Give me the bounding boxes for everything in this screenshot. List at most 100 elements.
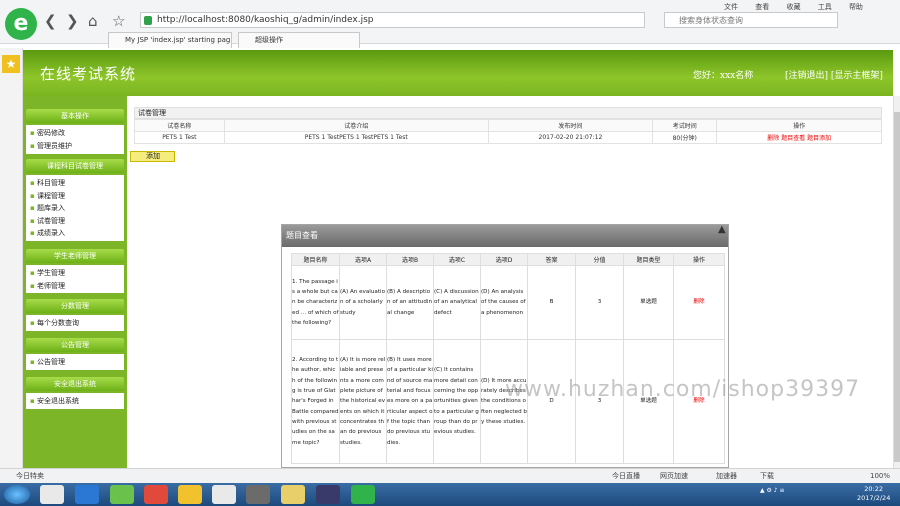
sidebar-item-scores[interactable]: 每个分数查询 [30, 317, 124, 330]
column-header: 试卷介绍 [223, 119, 489, 132]
menu-tools[interactable]: 工具 [818, 3, 832, 11]
folder-icon[interactable] [281, 485, 305, 504]
sidebar-item-students[interactable]: 学生管理 [30, 267, 124, 280]
table-row: 1. The passage is a whole but can be cha… [291, 265, 725, 340]
header-links[interactable]: [注销退出] [显示主框架] [785, 68, 883, 81]
sidebar-section-title[interactable]: 学生老师管理 [26, 249, 124, 263]
dialog-title: 题目查看 [282, 225, 728, 247]
back-icon[interactable]: ❮ [44, 12, 57, 30]
sidebar-section-title[interactable]: 公告管理 [26, 338, 124, 352]
browser-logo: e [5, 8, 37, 40]
favorite-icon[interactable]: ☆ [112, 12, 125, 30]
clock-time: 20:22 [864, 485, 884, 493]
delete-link[interactable]: 删除 [673, 265, 725, 340]
sidebar-section: 安全退出系统 [26, 393, 124, 409]
add-button[interactable]: 添加 [130, 151, 175, 162]
sidebar-item-subject[interactable]: 科目管理 [30, 177, 124, 190]
tab-label: 超级操作 [255, 36, 283, 44]
zoom-level[interactable]: 100% [870, 469, 890, 483]
sidebar-item-course[interactable]: 课程管理 [30, 190, 124, 203]
watermark: www.huzhan.com/ishop39397 [505, 377, 861, 402]
exam-time: 2017-02-20 21:07:12 [487, 131, 654, 144]
mouse-cursor-icon: ▲ [718, 224, 726, 235]
sidebar-item-password[interactable]: 密码修改 [30, 127, 124, 140]
tab-index[interactable]: My JSP 'index.jsp' starting pag [108, 32, 232, 48]
status-left[interactable]: 今日特卖 [16, 472, 44, 480]
sidebar-section: 学生管理 老师管理 [26, 265, 124, 293]
browser-menu: 文件 查看 收藏 工具 帮助 [724, 2, 878, 12]
sidebar-item-notice[interactable]: 公告管理 [30, 356, 124, 369]
table-row: PETS 1 Test PETS 1 TestPETS 1 TestPETS 1… [134, 131, 882, 144]
chrome-icon[interactable] [144, 485, 168, 504]
option-c: (C) It contains more detail concerning t… [433, 339, 481, 464]
exam-actions[interactable]: 删除 题目查看 题目添加 [716, 131, 882, 144]
sidebar-item-exam[interactable]: 试卷管理 [30, 215, 124, 228]
sidebar-section: 公告管理 [26, 354, 124, 370]
menu-help[interactable]: 帮助 [849, 3, 863, 11]
answer: B [527, 265, 576, 340]
browser-side-strip [0, 48, 23, 468]
sidebar-section-title[interactable]: 基本操作 [26, 109, 124, 123]
status-item[interactable]: 今日直播 [612, 469, 640, 483]
column-header: 发布时间 [487, 119, 654, 132]
option-b: (B) A description of an attitudinal chan… [386, 265, 434, 340]
sidebar-item-question-bank[interactable]: 题库录入 [30, 202, 124, 215]
browser-taskbar-icon[interactable] [351, 485, 375, 504]
sidebar-section: 科目管理 课程管理 题库录入 试卷管理 成绩录入 [26, 175, 124, 241]
address-text: http://localhost:8080/kaoshiq_g/admin/in… [157, 15, 374, 25]
app-icon[interactable] [316, 485, 340, 504]
clock[interactable]: 20:22 2017/2/24 [857, 485, 890, 503]
menu-favorites[interactable]: 收藏 [786, 3, 800, 11]
status-item[interactable]: 网页加速 [660, 469, 688, 483]
question-view-dialog: 题目查看 题目名称 选项A 选项B 选项C 选项D 答案 分值 题目类型 操作 … [281, 224, 729, 468]
exam-name: PETS 1 Test [134, 131, 225, 144]
menu-file[interactable]: 文件 [724, 3, 738, 11]
app-icon[interactable] [110, 485, 134, 504]
search-input[interactable]: 搜索身体状态查询 [664, 12, 838, 28]
app-icon[interactable] [178, 485, 202, 504]
tab-label: My JSP 'index.jsp' starting pag [125, 36, 231, 44]
scrollbar-thumb[interactable] [894, 112, 900, 462]
option-a: (A) It is more reliable and presents a m… [339, 339, 387, 464]
app-icon[interactable] [212, 485, 236, 504]
status-bar: 今日特卖 今日直播 网页加速 加速器 下载 100% [0, 468, 900, 483]
column-header: 答案 [527, 253, 576, 266]
section-title: 试卷管理 [134, 107, 882, 119]
start-button-icon[interactable] [4, 485, 30, 504]
column-header: 考试时间 [652, 119, 718, 132]
column-header: 选项B [386, 253, 434, 266]
sidebar: 基本操作 密码修改 管理员维护 课程科目试卷管理 科目管理 课程管理 题库录入 … [23, 96, 127, 468]
sidebar-section-title[interactable]: 分数管理 [26, 299, 124, 313]
exam-table: 试卷名称 试卷介绍 发布时间 考试时间 操作 PETS 1 Test PETS … [134, 119, 882, 144]
column-header: 操作 [673, 253, 725, 266]
ie-icon[interactable] [75, 485, 99, 504]
question-text: 2. According to the author, which of the… [291, 339, 340, 464]
option-a: (A) An evaluation of a scholarly study [339, 265, 387, 340]
address-bar[interactable]: http://localhost:8080/kaoshiq_g/admin/in… [140, 12, 645, 28]
sidebar-item-logout[interactable]: 安全退出系统 [30, 395, 124, 408]
sidebar-item-admin[interactable]: 管理员维护 [30, 140, 124, 153]
sidebar-section-title[interactable]: 课程科目试卷管理 [26, 159, 124, 173]
media-icon[interactable] [40, 485, 64, 504]
app-icon[interactable] [246, 485, 270, 504]
status-item[interactable]: 加速器 [716, 469, 737, 483]
app-title: 在线考试系统 [40, 65, 137, 83]
sidebar-section-title[interactable]: 安全退出系统 [26, 377, 124, 391]
sidebar-item-grades[interactable]: 成绩录入 [30, 227, 124, 240]
sidebar-item-teachers[interactable]: 老师管理 [30, 280, 124, 293]
menu-view[interactable]: 查看 [755, 3, 769, 11]
home-icon[interactable]: ⌂ [88, 12, 98, 30]
column-header: 题目名称 [291, 253, 340, 266]
system-tray: ▲ ⚙ ♪ ≡ [760, 487, 785, 494]
column-header: 选项C [433, 253, 481, 266]
status-item[interactable]: 下载 [760, 469, 774, 483]
tab-second[interactable]: 超级操作 [238, 32, 360, 48]
secure-icon [144, 16, 152, 25]
question-text: 1. The passage is a whole but can be cha… [291, 265, 340, 340]
column-header: 操作 [716, 119, 882, 132]
clock-date: 2017/2/24 [857, 494, 891, 502]
forward-icon[interactable]: ❯ [66, 12, 79, 30]
column-header: 选项A [339, 253, 387, 266]
favorites-star-icon[interactable]: ★ [2, 55, 20, 73]
user-greeting: 您好：xxx名称 [693, 71, 754, 81]
